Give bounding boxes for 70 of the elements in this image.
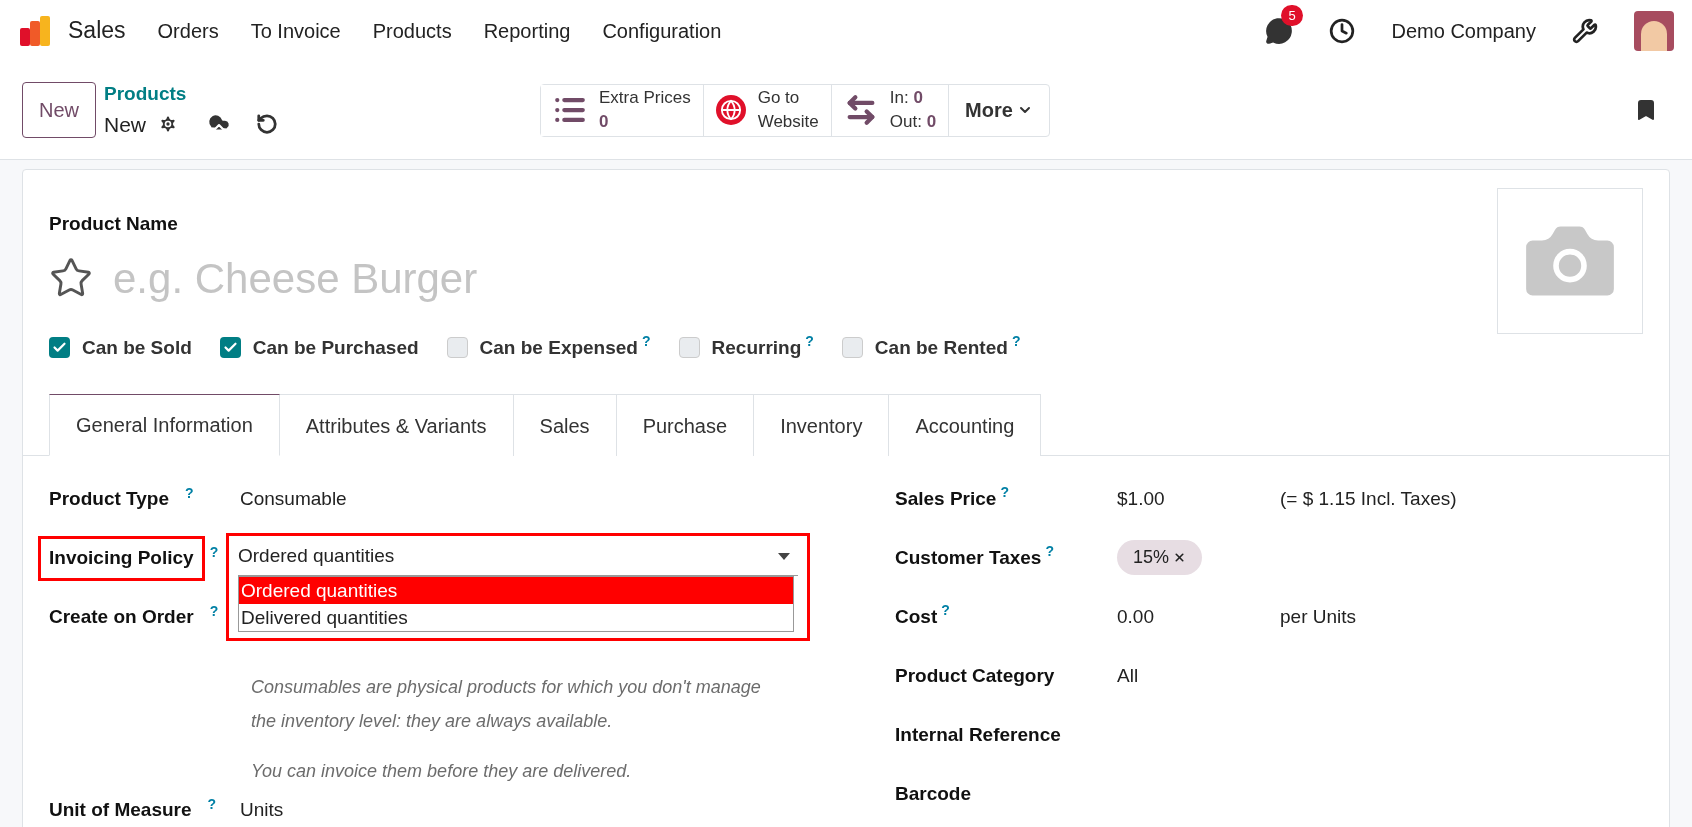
field-label: Barcode	[895, 782, 972, 806]
product-name-label: Product Name	[49, 212, 179, 236]
checkbox[interactable]	[219, 337, 241, 359]
field-label: Invoicing Policy	[38, 536, 205, 581]
field-value: Consumable	[240, 488, 347, 509]
invoicing-policy-select[interactable]: Ordered quantities	[238, 542, 798, 576]
help-text: Consumables are physical products for which you don't manage the inventory level: they are always available.	[251, 676, 762, 733]
form-tab[interactable]: Accounting	[889, 394, 1042, 456]
help-tooltip[interactable]: ?	[641, 333, 651, 348]
dropdown-option[interactable]: Ordered quantities	[239, 576, 793, 604]
help-tooltip[interactable]: ?	[1000, 485, 1009, 499]
new-button[interactable]: New	[22, 82, 96, 138]
app-name[interactable]: Sales	[68, 13, 126, 48]
checkbox[interactable]	[49, 337, 70, 359]
field-label: Product Category	[895, 664, 1055, 688]
user-avatar[interactable]	[1634, 10, 1674, 51]
field-note: (= $ 1.15 Incl. Taxes)	[1280, 487, 1457, 511]
dropdown-caret-icon	[778, 552, 790, 560]
clock-icon[interactable]	[1329, 17, 1356, 44]
field-value: 0.00	[1117, 605, 1155, 629]
help-tooltip[interactable]: ?	[207, 797, 217, 811]
checkbox-label: Recurring	[711, 335, 802, 360]
checkbox-label: Can be Purchased	[252, 335, 419, 360]
checkbox-label: Can be Expensed	[479, 335, 638, 360]
field-label: Unit of Measure	[48, 798, 193, 822]
help-tooltip[interactable]: ?	[209, 604, 219, 618]
tax-tag[interactable]: 15%	[1117, 540, 1203, 575]
app-logo-icon	[18, 13, 52, 48]
checkbox-label: Can be Sold	[82, 335, 192, 360]
field-label: Create on Order	[48, 605, 195, 629]
field-value: Units	[240, 799, 284, 820]
help-text: You can invoice them before they are delivered.	[251, 760, 633, 783]
smart-button[interactable]: Extra Prices 0	[541, 84, 704, 136]
discard-icon[interactable]	[256, 113, 279, 136]
help-tooltip[interactable]: ?	[185, 486, 194, 500]
menu-item[interactable]: Products	[372, 15, 452, 46]
checkbox[interactable]	[678, 337, 700, 359]
field-value: All	[1117, 664, 1139, 688]
company-switcher[interactable]: Demo Company	[1391, 15, 1536, 46]
menu-item[interactable]: Orders	[157, 15, 219, 46]
product-name-field[interactable]: e.g. Cheese Burger	[113, 246, 813, 310]
globe-icon	[715, 95, 746, 125]
field-value: $1.00	[1117, 487, 1166, 511]
help-tooltip[interactable]: ?	[209, 545, 219, 559]
notification-badge: 5	[1281, 4, 1303, 26]
help-tooltip[interactable]: ?	[805, 333, 814, 348]
help-tooltip[interactable]: ?	[1011, 333, 1021, 348]
breadcrumb-link[interactable]: Products	[104, 80, 279, 109]
form-tab[interactable]: Purchase	[616, 394, 755, 456]
checkbox[interactable]	[446, 337, 468, 359]
checkbox[interactable]	[841, 337, 863, 359]
field-label: Internal Reference	[895, 723, 1061, 747]
menu-item[interactable]: To Invoice	[250, 15, 341, 46]
field-label: Sales Price	[895, 487, 997, 511]
help-tooltip[interactable]: ?	[941, 603, 950, 617]
field-label: Product Type	[48, 487, 170, 511]
field-note: per Units	[1280, 605, 1357, 629]
form-tab[interactable]: General Information	[49, 394, 280, 456]
menu-item[interactable]: Configuration	[602, 15, 722, 46]
form-tab[interactable]: Attributes & Variants	[279, 394, 514, 456]
more-button[interactable]: More	[949, 84, 1049, 136]
menu-item[interactable]: Reporting	[483, 15, 571, 46]
tools-icon[interactable]	[1572, 17, 1598, 44]
field-label: Customer Taxes	[895, 546, 1042, 570]
form-tab[interactable]: Inventory	[754, 394, 890, 456]
field-label: Cost	[895, 605, 938, 629]
help-tooltip[interactable]: ?	[1045, 544, 1054, 558]
form-tab[interactable]: Sales	[513, 394, 617, 456]
checkbox-label: Can be Rented	[874, 335, 1008, 360]
record-title: New	[104, 111, 147, 138]
